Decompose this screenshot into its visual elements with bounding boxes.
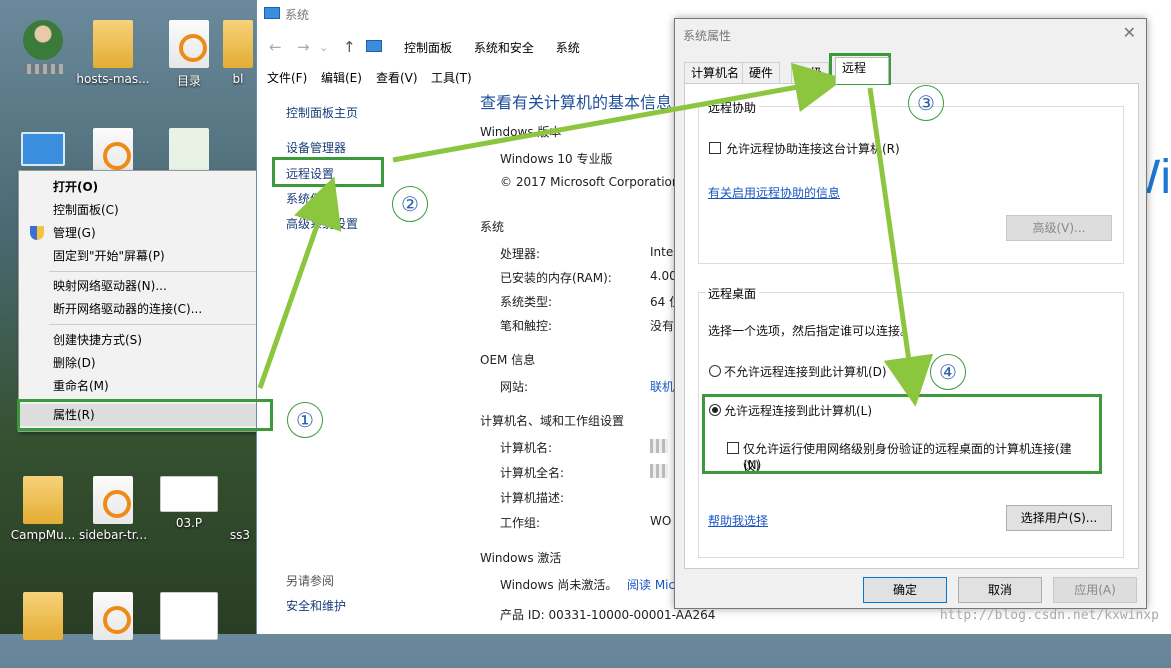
arrow-3-to-4 bbox=[867, 87, 934, 407]
tab-remote[interactable]: 远程 bbox=[835, 57, 889, 84]
annotation-arrows bbox=[257, 62, 934, 407]
watermark-text: http://blog.csdn.net/kxwinxp bbox=[939, 608, 1159, 623]
arrow-2-to-3 bbox=[392, 62, 845, 163]
arrow-1-to-2 bbox=[257, 176, 342, 389]
